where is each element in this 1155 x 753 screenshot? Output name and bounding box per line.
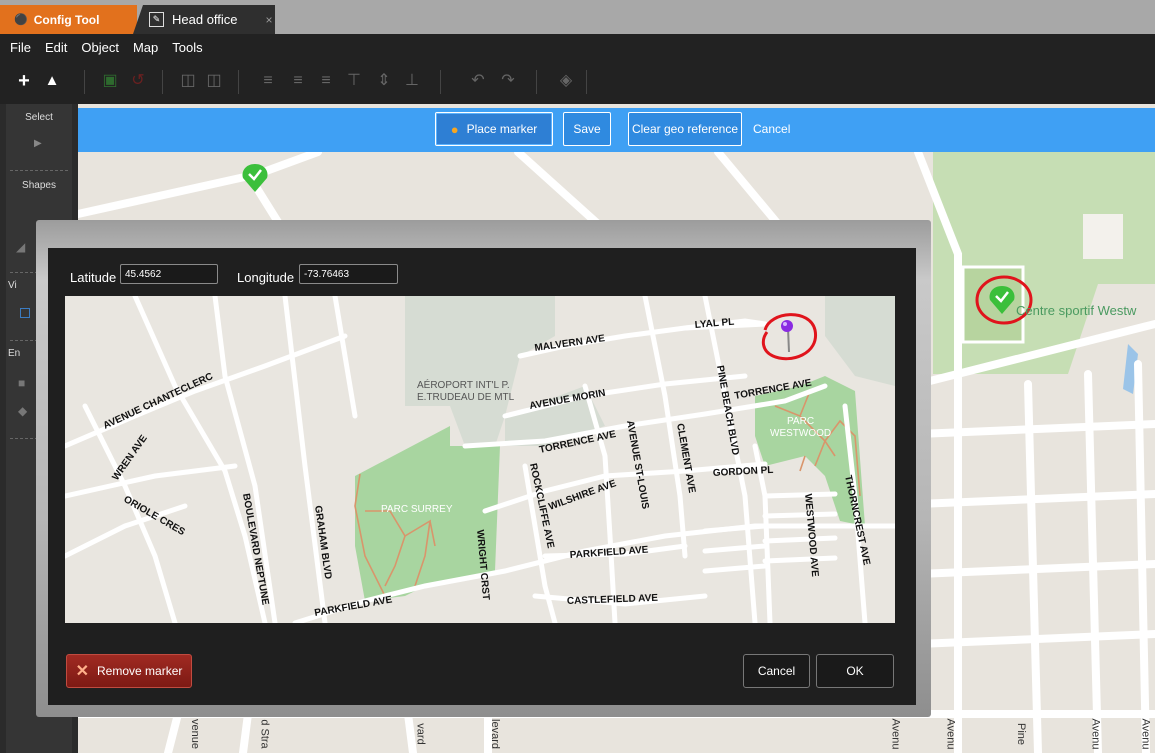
toolbar: + ▲ ▣ ↺ ◫ ◫ ≡ ≡ ≡ ⊤ ⇕ ⊥ ↶ ↷ ◈	[0, 60, 1155, 104]
palette-divider	[10, 170, 68, 172]
remove-marker-label: Remove marker	[97, 664, 183, 678]
toolbar-divider	[84, 70, 85, 94]
align-top-icon[interactable]: ⊤	[342, 69, 366, 93]
latitude-input[interactable]: 45.4562	[120, 264, 218, 284]
document-icon: ✎	[149, 12, 164, 27]
menu-map[interactable]: Map	[133, 40, 158, 55]
tab-config-tool[interactable]: ⚫ Config Tool	[0, 5, 137, 34]
align-bottom-icon[interactable]: ⊥	[400, 69, 424, 93]
latitude-label: Latitude	[70, 270, 117, 285]
street-label: levard	[488, 719, 501, 749]
pointer-icon[interactable]: ▶	[34, 138, 42, 149]
longitude-input[interactable]: -73.76463	[299, 264, 398, 284]
geo-reference-bar: ● Place marker Save Clear geo reference …	[78, 108, 1155, 152]
clear-geo-reference-button[interactable]: Clear geo reference	[628, 112, 742, 146]
align-middle-icon[interactable]: ⇕	[372, 69, 396, 93]
street-label: vard	[414, 723, 427, 745]
shape-tool-icon[interactable]: ◢	[16, 240, 25, 254]
send-backward-icon[interactable]: ◫	[202, 69, 226, 93]
street-label: Avenu	[944, 718, 957, 750]
dialog-map-svg: MALVERN AVE LYAL PL AVENUE CHANTECLERC A…	[65, 296, 895, 623]
home-icon: ⚫	[14, 14, 28, 26]
bottom-street-labels: venue d Stra vard levard Avenu Avenu Pin…	[180, 716, 1155, 753]
tab-config-tool-label: Config Tool	[33, 12, 100, 27]
park-label: Centre sportif Westw	[1016, 303, 1137, 318]
place-label: PARC SURREY	[381, 504, 453, 515]
add-icon[interactable]: +	[12, 69, 36, 93]
dialog-map[interactable]: MALVERN AVE LYAL PL AVENUE CHANTECLERC A…	[65, 296, 895, 623]
map-pin-icon: ●	[450, 121, 459, 137]
palette-en-label: En	[8, 348, 21, 359]
street-label: Avenu	[1089, 718, 1102, 750]
cancel-link[interactable]: Cancel	[753, 112, 790, 146]
place-marker-dialog: Latitude 45.4562 Longitude -73.76463 MAL…	[48, 248, 916, 705]
tab-head-office-label: Head office	[172, 12, 238, 27]
toolbar-divider	[586, 70, 587, 94]
align-right-icon[interactable]: ≡	[314, 69, 338, 93]
street-label: Pine	[1015, 722, 1028, 746]
menu-tools[interactable]: Tools	[172, 40, 202, 55]
palette-select-label: Select	[25, 112, 53, 123]
dialog-cancel-button[interactable]: Cancel	[743, 654, 810, 688]
tab-head-office[interactable]: ✎ Head office ×	[133, 5, 275, 34]
remove-marker-button[interactable]: ✕ Remove marker	[66, 654, 192, 688]
place-label: AÉROPORT INT'L P.	[417, 378, 510, 391]
menu-bar: File Edit Object Map Tools	[0, 34, 1155, 60]
menu-file[interactable]: File	[10, 40, 31, 55]
layers-icon[interactable]: ◈	[554, 69, 578, 93]
dialog-ok-button[interactable]: OK	[816, 654, 894, 688]
rotate-left-icon[interactable]: ↶	[466, 69, 490, 93]
align-left-icon[interactable]: ≡	[256, 69, 280, 93]
entity-tool-icon-2[interactable]: ◆	[18, 404, 27, 418]
align-center-icon[interactable]: ≡	[286, 69, 310, 93]
bring-forward-icon[interactable]: ◫	[176, 69, 200, 93]
street-label: Avenu	[1139, 718, 1152, 750]
rotate-right-icon[interactable]: ↷	[496, 69, 520, 93]
street-label: venue	[188, 719, 201, 749]
menu-object[interactable]: Object	[81, 40, 119, 55]
street-label: Avenu	[889, 718, 902, 750]
view-tool-icon[interactable]	[20, 308, 30, 318]
close-tab-icon[interactable]: ×	[266, 13, 273, 27]
toolbar-divider	[238, 70, 239, 94]
palette-shapes-label: Shapes	[22, 180, 56, 191]
menu-edit[interactable]: Edit	[45, 40, 67, 55]
remove-x-icon: ✕	[75, 663, 90, 680]
place-marker-button[interactable]: ● Place marker	[435, 112, 553, 146]
open-folder-icon[interactable]: ▲	[40, 69, 64, 93]
place-label: PARC	[787, 416, 814, 427]
longitude-label: Longitude	[237, 270, 295, 285]
save-button[interactable]: Save	[563, 112, 611, 146]
street-label: d Stra	[258, 719, 271, 749]
save-disk-icon[interactable]: ▣	[98, 69, 122, 93]
undo-icon[interactable]: ↺	[126, 69, 150, 93]
toolbar-divider	[536, 70, 537, 94]
place-marker-label: Place marker	[466, 122, 538, 136]
entity-tool-icon[interactable]: ■	[18, 376, 25, 390]
toolbar-divider	[162, 70, 163, 94]
palette-vi-label: Vi	[8, 280, 17, 291]
place-label: E.TRUDEAU DE MTL	[417, 392, 515, 403]
place-label: WESTWOOD	[770, 428, 831, 439]
toolbar-divider	[440, 70, 441, 94]
building	[1083, 214, 1123, 259]
